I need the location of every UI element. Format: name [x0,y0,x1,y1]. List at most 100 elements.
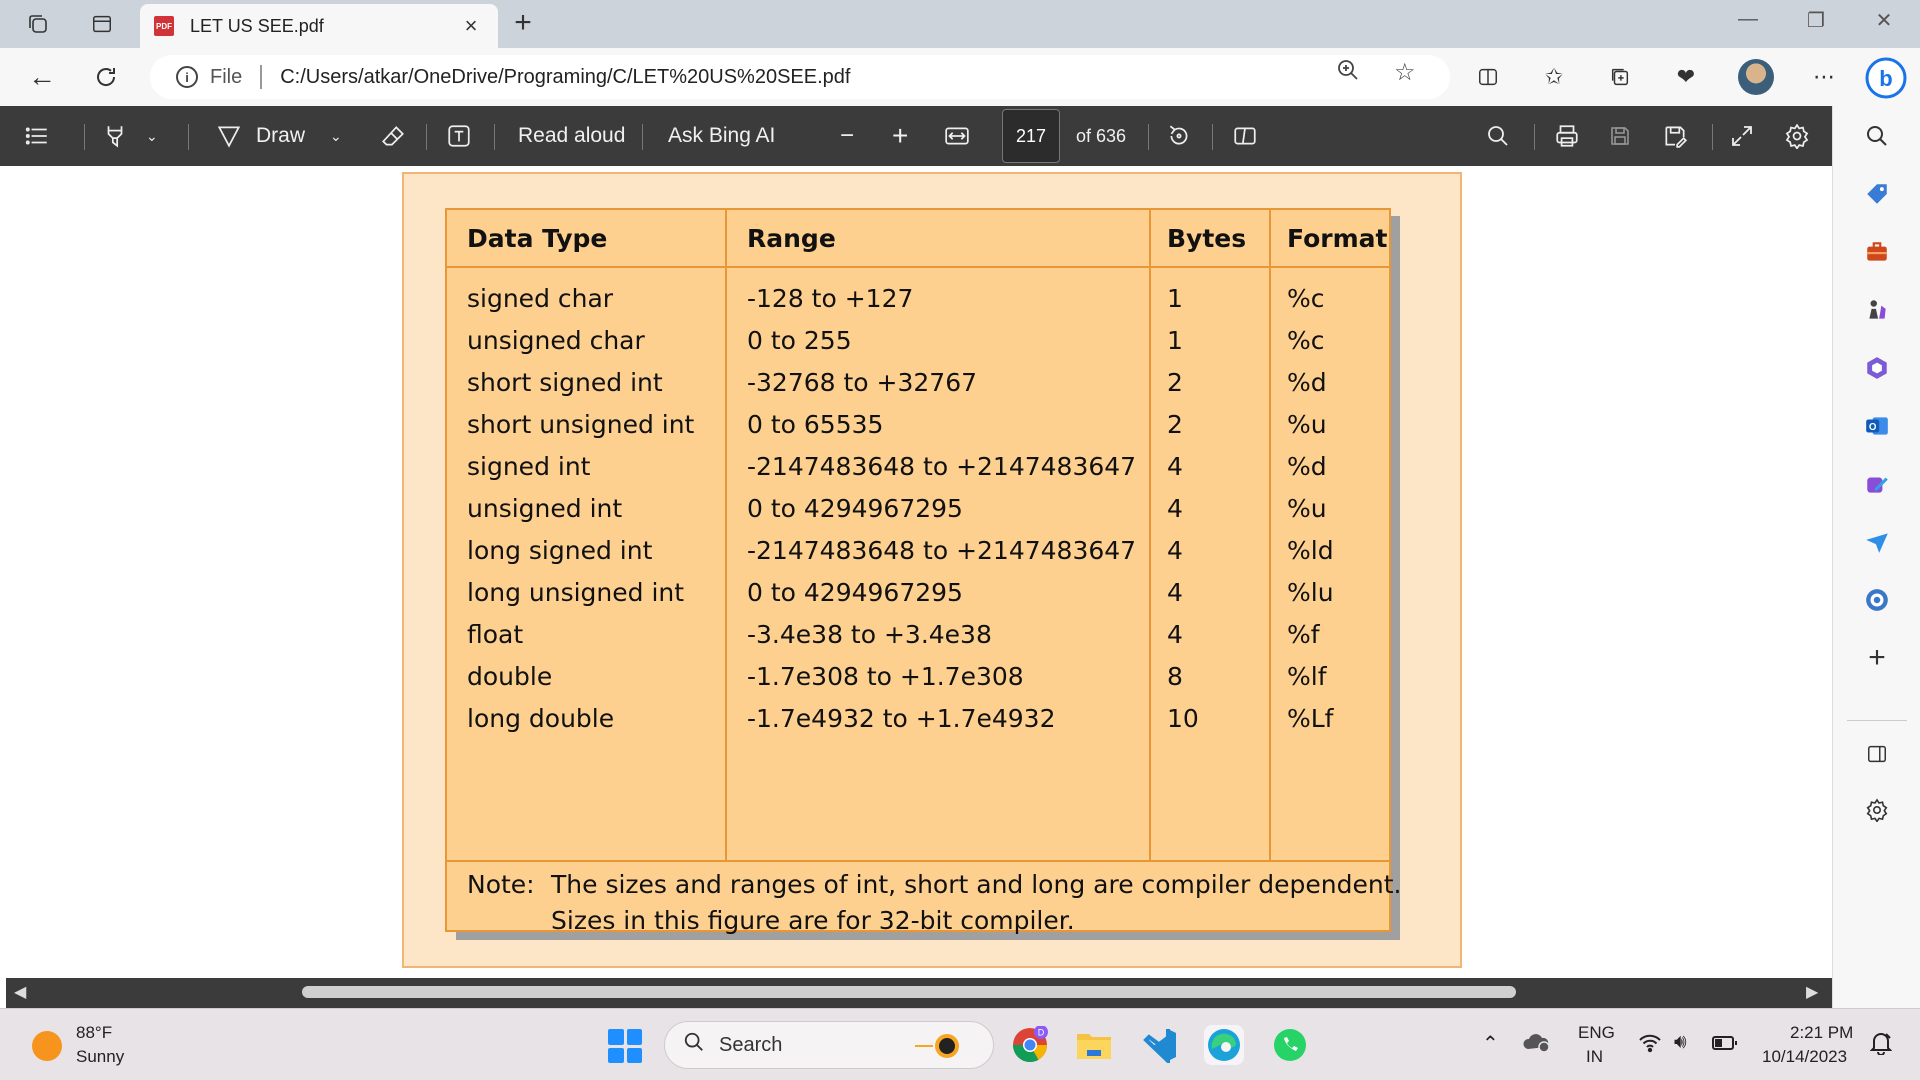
show-hidden-icons-chevron-icon[interactable]: ⌃ [1482,1031,1499,1056]
draw-button[interactable]: Draw [216,106,305,166]
highlight-options-chevron-icon[interactable]: ⌄ [146,106,158,166]
onedrive-icon[interactable] [1522,1029,1552,1060]
favorite-star-icon[interactable]: ☆ [1394,58,1416,87]
cell-bytes: 8 [1167,662,1183,691]
split-screen-icon[interactable] [1470,60,1506,94]
rotate-icon[interactable] [1166,106,1192,166]
read-aloud-button[interactable]: Read aloud [518,106,625,166]
cell-format: %u [1287,410,1327,439]
weather-temperature[interactable]: 88°F [76,1023,112,1043]
outlook-icon[interactable]: O [1833,406,1920,446]
shopping-tag-icon[interactable] [1833,174,1920,214]
tab-pdf[interactable]: PDF LET US SEE.pdf × [140,4,498,48]
save-as-icon[interactable] [1662,106,1688,166]
cell-range: -128 to +127 [747,284,914,313]
restore-icon[interactable]: ❐ [1796,8,1836,33]
cell-range: 0 to 4294967295 [747,578,963,607]
sidebar-search-icon[interactable] [1833,116,1920,156]
header-format: Format [1287,224,1388,253]
clock-date[interactable]: 10/14/2023 [1762,1047,1847,1067]
scroll-right-icon[interactable]: ▶ [1806,982,1818,1002]
notifications-icon[interactable] [1869,1031,1893,1060]
cell-data-type: signed char [467,284,614,313]
print-icon[interactable] [1554,106,1580,166]
cell-format: %Lf [1287,704,1334,733]
horizontal-scroll-thumb[interactable] [302,986,1516,998]
tab-title: LET US SEE.pdf [190,15,324,36]
cell-bytes: 4 [1167,494,1183,523]
search-highlight-eclipse-icon [913,1030,965,1068]
edge-sidebar: O + [1832,106,1920,1008]
sidebar-settings-icon[interactable] [1833,790,1920,830]
workspaces-icon[interactable] [20,8,56,40]
send-plane-icon[interactable] [1833,522,1920,562]
eraser-icon[interactable] [380,106,406,166]
refresh-icon[interactable] [88,60,124,94]
cell-data-type: double [467,662,553,691]
weather-condition[interactable]: Sunny [76,1047,124,1067]
profile-avatar[interactable] [1738,59,1774,95]
cell-data-type: long unsigned int [467,578,685,607]
weather-sun-icon[interactable] [32,1031,62,1061]
whatsapp-icon[interactable] [1270,1025,1310,1065]
designer-icon[interactable] [1833,464,1920,504]
fit-to-width-icon[interactable] [944,106,970,166]
page-number-input[interactable]: 217 [1002,109,1060,163]
chrome-icon[interactable]: D [1010,1025,1050,1065]
table-of-contents-icon[interactable] [24,106,50,166]
cell-format: %lf [1287,662,1327,691]
language-top[interactable]: ENG [1578,1023,1615,1043]
minimize-icon[interactable]: — [1728,8,1768,31]
favorites-icon[interactable]: ✩ [1536,60,1572,94]
wifi-icon[interactable] [1638,1033,1662,1058]
close-window-icon[interactable]: ✕ [1864,8,1904,33]
circle-app-icon[interactable] [1833,580,1920,620]
find-search-icon[interactable] [1486,106,1510,166]
more-options-icon[interactable]: ⋯ [1806,60,1842,94]
highlight-icon[interactable] [102,106,128,166]
zoom-out-icon[interactable]: − [840,106,854,166]
draw-label: Draw [256,124,306,147]
taskbar-search[interactable]: Search [664,1021,994,1069]
draw-options-chevron-icon[interactable]: ⌄ [330,106,342,166]
zoom-icon[interactable] [1336,58,1360,89]
add-sidebar-app-icon[interactable]: + [1833,638,1920,678]
cell-data-type: long signed int [467,536,653,565]
scroll-left-icon[interactable]: ◀ [14,982,26,1002]
page-view-icon[interactable] [1232,106,1258,166]
note-label: Note: [467,870,535,899]
settings-gear-icon[interactable] [1784,106,1810,166]
collections-icon[interactable] [1602,60,1638,94]
zoom-in-icon[interactable]: + [892,106,908,166]
performance-heart-icon[interactable]: ❤ [1668,60,1704,94]
text-box-icon[interactable] [446,106,472,166]
url-text[interactable]: C:/Users/atkar/OneDrive/Programing/C/LET… [280,66,850,89]
edge-icon[interactable] [1204,1025,1244,1065]
vs-code-icon[interactable] [1140,1025,1180,1065]
cell-range: -1.7e308 to +1.7e308 [747,662,1024,691]
back-icon[interactable]: ← [24,60,60,94]
language-bottom[interactable]: IN [1586,1047,1603,1067]
tab-actions-icon[interactable] [84,8,120,40]
save-icon[interactable] [1608,106,1632,166]
clock-time[interactable]: 2:21 PM [1790,1023,1853,1043]
full-screen-icon[interactable] [1730,106,1754,166]
pdf-toolbar: ⌄ Draw ⌄ Read aloud Ask Bing AI − + 217 … [0,106,1832,166]
tools-briefcase-icon[interactable] [1833,232,1920,272]
volume-icon[interactable]: 🔊︎ [1674,1031,1687,1054]
url-field[interactable]: i File C:/Users/atkar/OneDrive/Programin… [150,55,1450,99]
cell-range: -2147483648 to +2147483647 [747,452,1137,481]
microsoft-365-icon[interactable] [1833,348,1920,388]
hide-sidebar-icon[interactable] [1833,734,1920,774]
info-icon[interactable]: i [176,66,198,88]
battery-icon[interactable] [1712,1035,1738,1056]
bing-copilot-icon[interactable]: b [1864,56,1908,100]
ask-bing-ai-button[interactable]: Ask Bing AI [668,106,775,166]
file-explorer-icon[interactable] [1074,1025,1114,1065]
games-chess-icon[interactable] [1833,290,1920,330]
start-windows-icon[interactable] [608,1029,642,1063]
search-label: Search [719,1033,783,1056]
note-line-2: Sizes in this figure are for 32-bit comp… [551,906,1075,935]
new-tab-icon[interactable]: + [508,6,538,40]
close-tab-icon[interactable]: × [458,13,484,39]
